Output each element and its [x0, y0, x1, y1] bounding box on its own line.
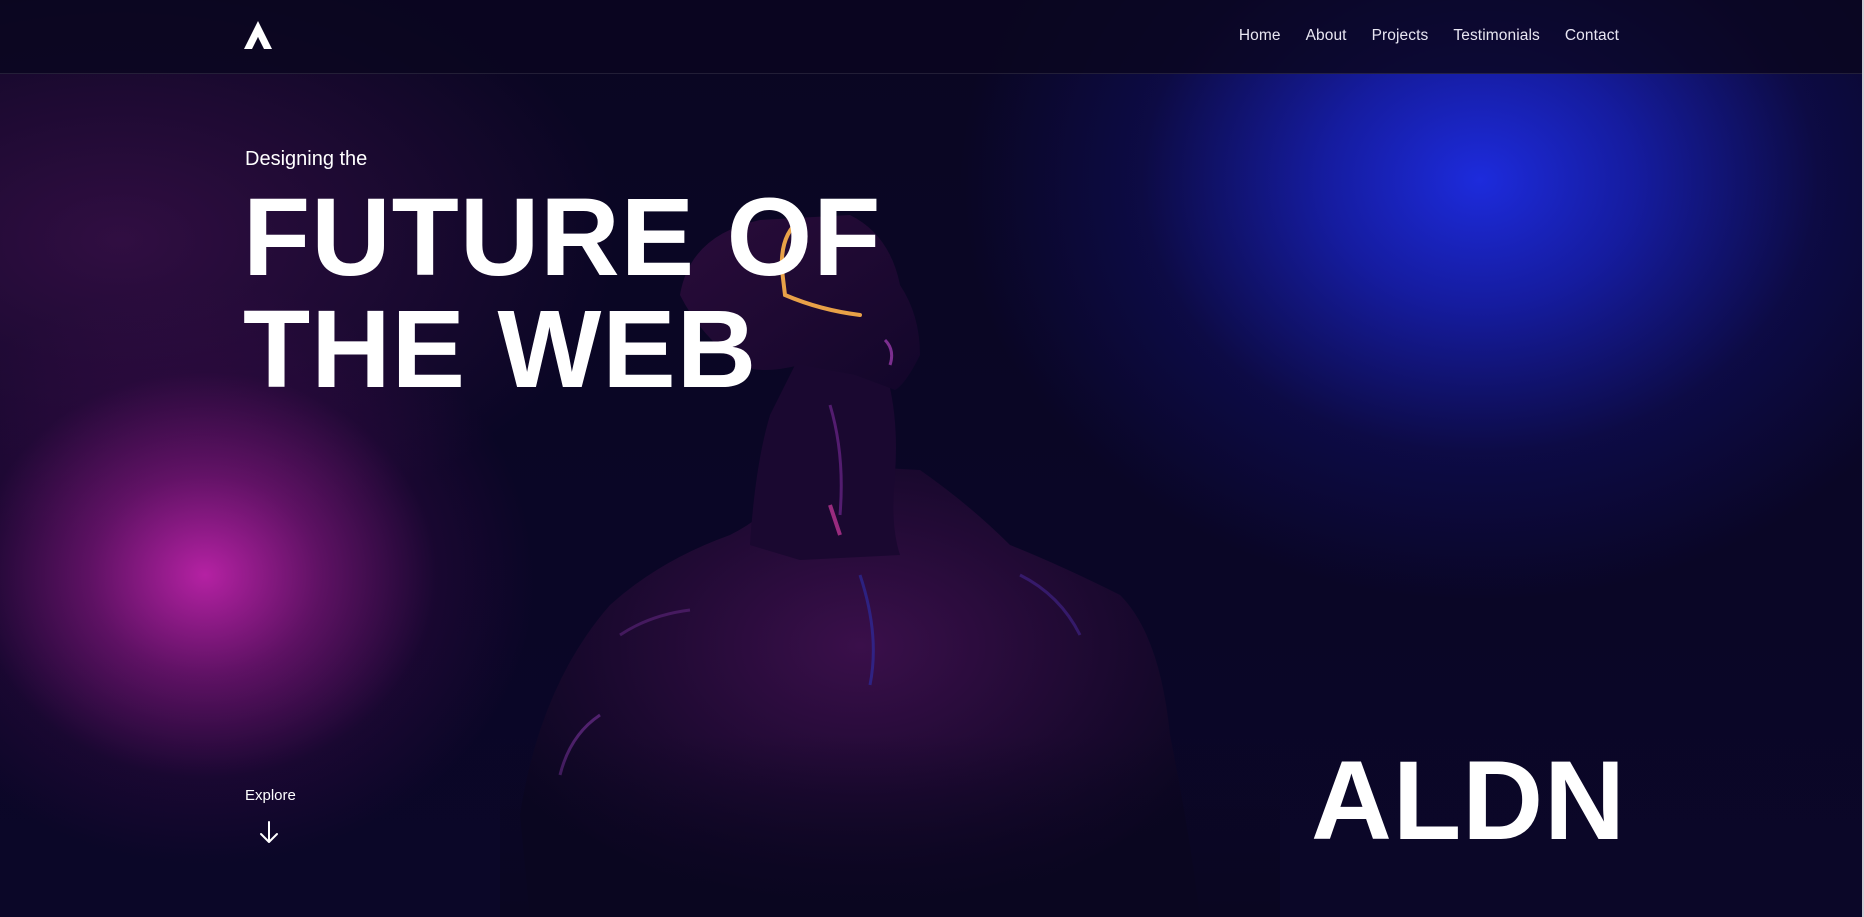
hero-eyebrow: Designing the	[245, 148, 368, 170]
arrow-down-icon[interactable]	[258, 820, 280, 846]
headline-line-1: FUTURE OF	[243, 176, 882, 299]
nav-contact[interactable]: Contact	[1565, 27, 1619, 45]
headline-line-2: THE WEB	[243, 288, 758, 411]
nav-home[interactable]: Home	[1239, 27, 1281, 45]
hero-page: Home About Projects Testimonials Contact…	[0, 0, 1864, 917]
nav-about[interactable]: About	[1306, 27, 1347, 45]
nav-testimonials[interactable]: Testimonials	[1453, 27, 1539, 45]
hero-headline: FUTURE OF THE WEB	[243, 182, 881, 406]
main-nav: Home About Projects Testimonials Contact	[1239, 27, 1619, 45]
site-header: Home About Projects Testimonials Contact	[0, 0, 1862, 74]
nav-projects[interactable]: Projects	[1372, 27, 1429, 45]
explore-link[interactable]: Explore	[245, 787, 296, 804]
aldn-logo-icon[interactable]	[243, 20, 273, 50]
brand-wordmark: ALDN	[1310, 738, 1626, 863]
